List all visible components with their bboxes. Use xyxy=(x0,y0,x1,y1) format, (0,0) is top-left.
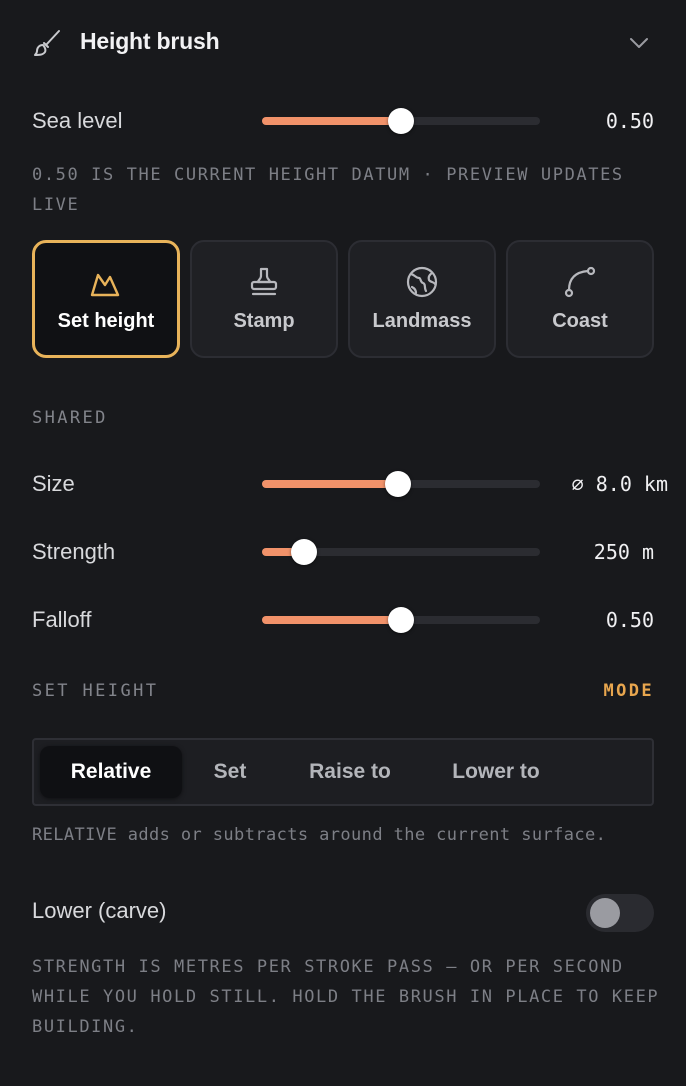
mode-tile-stamp[interactable]: Stamp xyxy=(190,240,338,358)
size-row: Size ⌀ 8.0 km xyxy=(0,464,686,504)
segment-relative[interactable]: Relative xyxy=(40,746,182,798)
mode-tile-landmass[interactable]: Landmass xyxy=(348,240,496,358)
mode-label: Landmass xyxy=(372,310,472,332)
size-label: Size xyxy=(32,471,75,496)
set-height-mode-selector: Relative Set Raise to Lower to xyxy=(32,738,654,806)
sea-level-value: 0.50 xyxy=(605,109,654,133)
sea-level-label: Sea level xyxy=(32,108,123,133)
sea-level-thumb[interactable] xyxy=(388,108,414,134)
strength-note: STRENGTH IS METRES PER STROKE PASS — OR … xyxy=(32,957,660,1037)
falloff-value: 0.50 xyxy=(605,608,654,632)
sea-level-row: Sea level 0.50 xyxy=(0,101,686,141)
segment-set[interactable]: Set xyxy=(192,746,268,798)
toggle-knob xyxy=(590,898,620,928)
mode-label: Set height xyxy=(57,310,155,332)
falloff-slider[interactable] xyxy=(262,607,540,633)
curve-path-icon xyxy=(564,266,596,298)
lower-carve-label: Lower (carve) xyxy=(32,898,167,923)
relative-note: RELATIVE adds or subtracts around the cu… xyxy=(32,825,607,845)
strength-thumb[interactable] xyxy=(290,539,317,565)
size-slider[interactable] xyxy=(262,471,540,497)
falloff-fill xyxy=(262,616,401,624)
brush-mode-tiles: Set height Stamp Landmass Coast xyxy=(32,240,654,358)
falloff-row: Falloff 0.50 xyxy=(0,600,686,640)
strength-row: Strength 250 m xyxy=(0,532,686,572)
paintbrush-icon xyxy=(34,30,60,56)
shared-heading: SHARED xyxy=(32,408,108,428)
sea-level-fill xyxy=(262,117,401,125)
falloff-label: Falloff xyxy=(32,607,92,632)
strength-slider[interactable] xyxy=(262,539,540,565)
mode-label: Coast xyxy=(552,310,608,332)
set-height-heading: SET HEIGHT xyxy=(32,681,159,701)
chevron-down-icon[interactable] xyxy=(626,30,652,56)
strength-value: 250 m xyxy=(593,540,654,564)
panel-title: Height brush xyxy=(80,28,220,54)
stamp-icon xyxy=(250,267,278,296)
mode-tile-set-height[interactable]: Set height xyxy=(32,240,180,358)
falloff-thumb[interactable] xyxy=(388,607,414,633)
datum-note: 0.50 IS THE CURRENT HEIGHT DATUM · PREVI… xyxy=(32,165,624,215)
mountain-icon xyxy=(90,273,120,297)
size-thumb[interactable] xyxy=(385,471,412,497)
lower-carve-toggle[interactable] xyxy=(586,894,654,932)
mode-label: Stamp xyxy=(233,310,295,332)
strength-label: Strength xyxy=(32,539,116,564)
globe-icon xyxy=(406,266,438,298)
size-value: ⌀ 8.0 km xyxy=(571,472,668,496)
mode-link[interactable]: MODE xyxy=(603,681,654,701)
segment-lower-to[interactable]: Lower to xyxy=(432,746,560,798)
sea-level-slider[interactable] xyxy=(262,108,540,134)
segment-raise-to[interactable]: Raise to xyxy=(292,746,408,798)
size-fill xyxy=(262,480,399,488)
panel-header[interactable]: Height brush xyxy=(0,0,686,84)
mode-tile-coast[interactable]: Coast xyxy=(506,240,654,358)
